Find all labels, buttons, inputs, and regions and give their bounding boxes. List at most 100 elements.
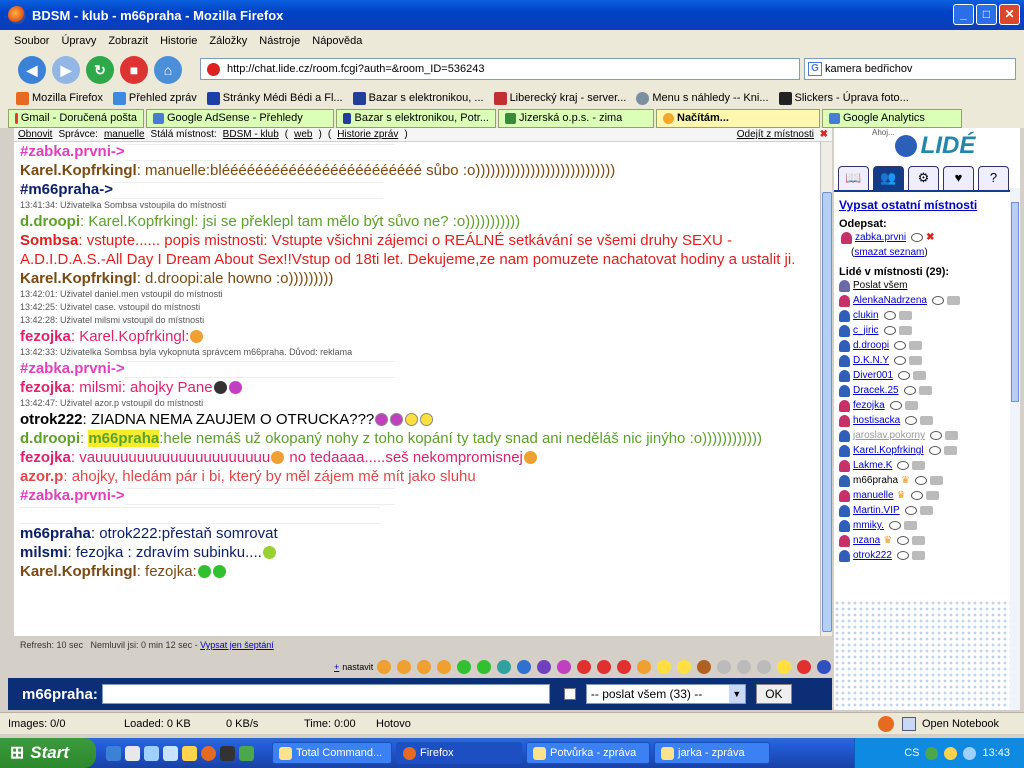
user-name[interactable]: jaroslav.pokorny <box>853 430 925 441</box>
user-list-item[interactable]: fezojka <box>839 398 1014 413</box>
message-nick[interactable]: fezojka <box>20 449 71 466</box>
scrollbar-thumb[interactable] <box>822 192 832 632</box>
save-icon[interactable] <box>125 745 140 761</box>
search-input[interactable]: G kamera bedřichov <box>804 58 1016 80</box>
message-nick[interactable]: milsmi <box>20 544 68 561</box>
emoticon-icon[interactable] <box>537 660 552 674</box>
emoticon-icon[interactable] <box>597 660 612 674</box>
user-name[interactable]: manuelle <box>853 490 894 501</box>
whisper-checkbox[interactable] <box>563 688 576 700</box>
language-indicator[interactable]: CS <box>904 747 919 759</box>
back-icon[interactable]: ◀ <box>18 56 46 84</box>
tab-jizerska[interactable]: Jizerská o.p.s. - zima <box>498 108 654 128</box>
camera-icon[interactable] <box>909 356 923 365</box>
user-name[interactable]: hostisacka <box>853 415 900 426</box>
message-nick[interactable]: Karel.Kopfrkingl <box>20 563 137 580</box>
stop-icon[interactable]: ■ <box>120 56 148 84</box>
camera-icon[interactable] <box>946 296 960 305</box>
user-list-item[interactable]: Dracek.25 <box>839 383 1014 398</box>
user-list-item[interactable]: nzana ♛ <box>839 533 1014 548</box>
user-list-item[interactable]: Lakme.K <box>839 458 1014 473</box>
chat-scrollbar[interactable] <box>820 142 832 636</box>
message-bubble-icon[interactable] <box>894 356 907 365</box>
message-bubble-icon[interactable] <box>898 371 911 380</box>
user-name[interactable]: nzana <box>853 535 880 546</box>
emoticon-icon[interactable] <box>717 660 732 674</box>
camera-icon[interactable] <box>898 311 912 320</box>
book-icon[interactable]: 📖 <box>838 166 869 190</box>
user-list-item[interactable]: m66praha ♛ <box>839 473 1014 488</box>
message-bubble-icon[interactable] <box>915 476 927 485</box>
message-bubble-icon[interactable] <box>930 431 943 440</box>
emoticon-icon[interactable] <box>577 660 592 674</box>
admin-link[interactable]: manuelle <box>104 129 145 140</box>
task-jarka[interactable]: jarka - zpráva <box>654 742 770 764</box>
message-bubble-icon[interactable] <box>910 491 923 500</box>
user-list-item[interactable]: Martin.VIP <box>839 503 1014 518</box>
bookmark-item[interactable]: Přehled zpráv <box>112 91 197 105</box>
message-bubble-icon[interactable] <box>904 506 917 515</box>
highlighted-nick[interactable]: m66praha <box>88 430 160 447</box>
tab-adsense[interactable]: Google AdSense - Přehledy <box>146 108 334 128</box>
whisper-only-link[interactable]: Vypsat jen šeptání <box>200 640 274 650</box>
camera-icon[interactable] <box>930 476 943 485</box>
camera-icon[interactable] <box>918 386 932 395</box>
message-bubble-icon[interactable] <box>896 551 909 560</box>
camera-icon[interactable] <box>920 416 934 425</box>
user-list-item[interactable]: clukin <box>839 308 1014 323</box>
message-input[interactable] <box>101 684 550 704</box>
message-nick[interactable]: m66praha <box>20 525 91 542</box>
send-button[interactable]: OK <box>755 684 792 704</box>
bookmark-item[interactable]: Stránky Médi Bédi a Fl... <box>206 91 343 105</box>
camera-icon[interactable] <box>911 551 925 560</box>
message-bubble-icon[interactable] <box>903 386 916 395</box>
camera-icon[interactable] <box>904 401 918 410</box>
open-notebook-link[interactable]: Open Notebook <box>922 718 999 730</box>
menu-soubor[interactable]: Soubor <box>14 35 49 47</box>
bookmark-item[interactable]: Mozilla Firefox <box>16 91 103 105</box>
menu-zobrazit[interactable]: Zobrazit <box>108 35 148 47</box>
user-list-item[interactable]: manuelle ♛ <box>839 488 1014 503</box>
emoticon-icon[interactable] <box>477 660 492 674</box>
message-bubble-icon[interactable] <box>928 446 941 455</box>
emoticon-icon[interactable] <box>397 660 412 674</box>
bookmark-item[interactable]: Slickers - Úprava foto... <box>778 91 909 105</box>
tab-bazar[interactable]: Bazar s elektronikou, Potr... <box>336 108 496 128</box>
message-bubble-icon[interactable] <box>931 296 944 305</box>
camera-icon[interactable] <box>903 521 917 530</box>
message-bubble-icon[interactable] <box>911 233 924 242</box>
emoticon-icon[interactable] <box>457 660 472 674</box>
user-name[interactable]: AlenkaNadrzena <box>853 295 927 306</box>
cmd-icon[interactable] <box>220 745 235 761</box>
user-name[interactable]: c_jiric <box>853 325 879 336</box>
user-name[interactable]: otrok222 <box>853 550 892 561</box>
settings-link[interactable]: + <box>334 662 339 672</box>
ie-icon[interactable] <box>106 745 121 761</box>
firefox-icon[interactable] <box>201 745 216 761</box>
bookmark-item[interactable]: Bazar s elektronikou, ... <box>352 91 484 105</box>
user-list-item[interactable]: d.droopi <box>839 338 1014 353</box>
tab-analytics[interactable]: Google Analytics <box>822 108 962 128</box>
close-icon[interactable]: ✖ <box>820 129 828 140</box>
bookmark-item[interactable]: Liberecký kraj - server... <box>493 91 626 105</box>
message-nick[interactable]: Sombsa <box>20 232 78 249</box>
media-icon[interactable] <box>144 745 159 761</box>
user-name[interactable]: Karel.Kopfrkingl <box>853 445 924 456</box>
emoticon-icon[interactable] <box>677 660 692 674</box>
web-link[interactable]: web <box>294 129 312 140</box>
user-name[interactable]: Diver001 <box>853 370 893 381</box>
user-list-item[interactable]: Diver001 <box>839 368 1014 383</box>
camera-icon[interactable] <box>898 326 912 335</box>
emoticon-icon[interactable] <box>777 660 792 674</box>
tray-icon[interactable] <box>963 746 977 760</box>
user-list-item[interactable]: otrok222 <box>839 548 1014 563</box>
message-bubble-icon[interactable] <box>888 521 901 530</box>
message-nick[interactable]: azor.p <box>20 468 63 485</box>
help-icon[interactable]: ? <box>978 166 1009 190</box>
user-name[interactable]: Martin.VIP <box>853 505 900 516</box>
user-name[interactable]: mmiky. <box>853 520 884 531</box>
user-name[interactable]: Lakme.K <box>853 460 892 471</box>
forward-icon[interactable]: ▶ <box>52 56 80 84</box>
user-list-item[interactable]: Karel.Kopfrkingl <box>839 443 1014 458</box>
message-nick[interactable]: d.droopi <box>20 213 80 230</box>
